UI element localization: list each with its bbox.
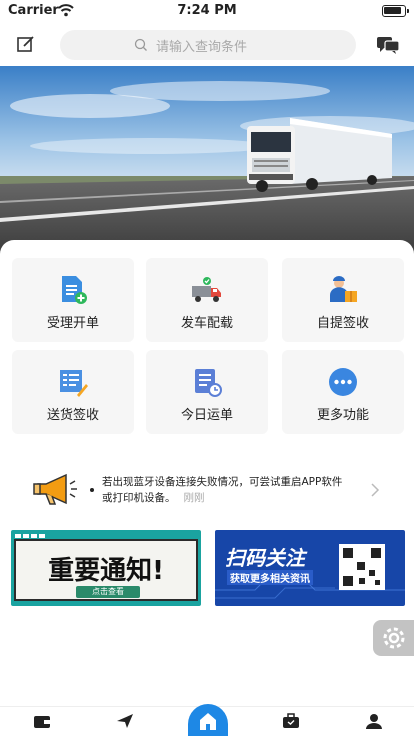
- search-placeholder: 请输入查询条件: [156, 40, 248, 55]
- tile-label: 今日运单: [180, 408, 233, 423]
- chat-icon[interactable]: [376, 35, 400, 55]
- search-icon: [134, 38, 147, 51]
- user-icon[interactable]: [365, 713, 383, 729]
- notice-text-block: 若出现蓝牙设备连接失败情况，可尝试重启APP软件或打印机设备。 刚刚: [102, 474, 352, 506]
- waybill-clock-icon: [195, 369, 222, 397]
- tile-self-pickup-sign[interactable]: 自提签收: [282, 258, 404, 342]
- banner-truck-image[interactable]: [0, 66, 414, 256]
- important-notice-card[interactable]: 重要通知! 点击查看: [11, 530, 201, 606]
- tile-delivery-sign[interactable]: 送货签收: [12, 350, 134, 434]
- tile-accept-order[interactable]: 受理开单: [12, 258, 134, 342]
- battery-icon: [382, 5, 409, 17]
- tile-label: 受理开单: [46, 316, 99, 331]
- tile-label: 自提签收: [316, 316, 369, 331]
- edit-icon[interactable]: [16, 34, 36, 54]
- view-button[interactable]: 点击查看: [76, 586, 140, 598]
- notice-bar[interactable]: 若出现蓝牙设备连接失败情况，可尝试重启APP软件或打印机设备。 刚刚: [18, 462, 396, 520]
- card-title: 重要通知!: [48, 556, 164, 586]
- gear-icon: [383, 627, 405, 649]
- top-bar: 请输入查询条件: [0, 22, 414, 66]
- document-plus-icon: [62, 276, 87, 304]
- home-icon: [200, 713, 216, 730]
- card-subtitle: 获取更多相关资讯: [227, 570, 313, 585]
- briefcase-icon[interactable]: [282, 713, 300, 729]
- tile-label: 发车配载: [180, 316, 233, 331]
- send-icon[interactable]: [116, 713, 134, 729]
- search-input[interactable]: 请输入查询条件: [60, 30, 356, 60]
- list-pen-icon: [60, 370, 88, 397]
- truck-icon: [192, 277, 221, 302]
- tile-today-waybills[interactable]: 今日运单: [146, 350, 268, 434]
- megaphone-icon: [33, 473, 77, 505]
- clock: 7:24 PM: [177, 3, 237, 18]
- tile-dispatch-loading[interactable]: 发车配载: [146, 258, 268, 342]
- settings-floating-button[interactable]: [373, 620, 414, 656]
- bullet-dot: [90, 488, 94, 492]
- scan-follow-card[interactable]: 扫码关注 获取更多相关资讯: [215, 530, 405, 606]
- status-bar: Carrier 7:24 PM: [0, 0, 414, 22]
- tile-label: 送货签收: [46, 408, 99, 423]
- notice-time: 刚刚: [183, 492, 205, 504]
- home-tab-button[interactable]: [188, 704, 228, 736]
- chevron-right-icon: [371, 483, 380, 497]
- more-dots-icon: [329, 368, 357, 396]
- notice-text: 若出现蓝牙设备连接失败情况，可尝试重启APP软件或打印机设备。: [102, 476, 343, 504]
- wallet-icon[interactable]: [33, 713, 51, 729]
- tile-label: 更多功能: [316, 408, 369, 423]
- card-title: 扫码关注: [225, 546, 305, 570]
- tile-more-functions[interactable]: 更多功能: [282, 350, 404, 434]
- person-box-icon: [330, 276, 357, 302]
